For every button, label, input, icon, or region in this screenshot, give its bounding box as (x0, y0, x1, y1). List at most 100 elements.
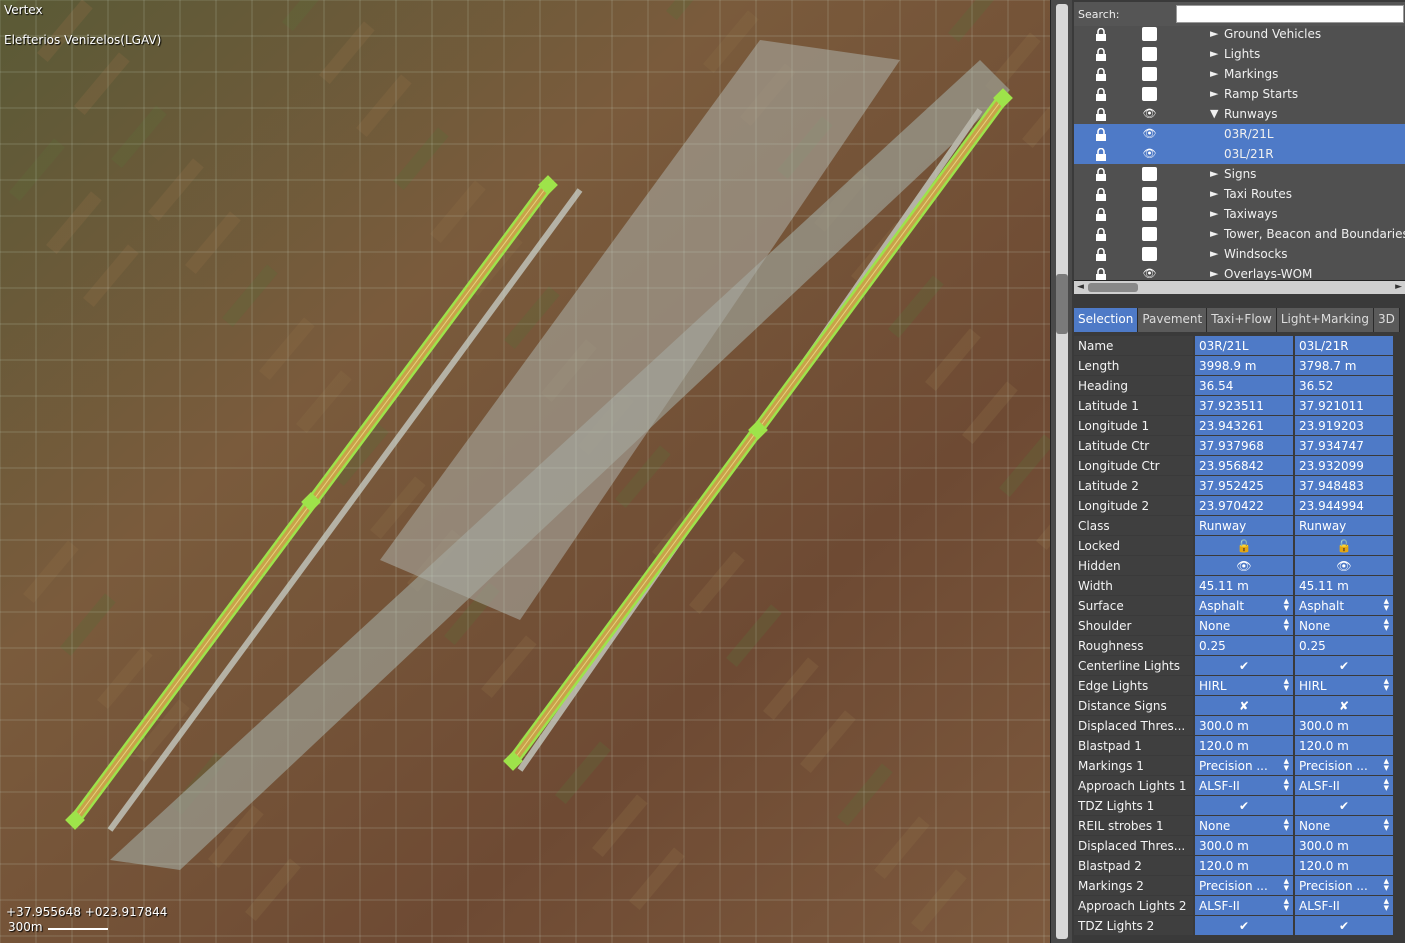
property-value-2[interactable]: None ▲ ▼ (1295, 816, 1393, 835)
spinner-arrows-icon[interactable]: ▲ ▼ (1284, 758, 1289, 772)
tab-pavement[interactable]: Pavement (1138, 308, 1208, 332)
tree-item[interactable]: ► Windsocks (1074, 244, 1405, 264)
lock-icon[interactable] (1094, 188, 1108, 201)
eye-icon[interactable]: 👁 (1142, 127, 1157, 141)
property-value-2[interactable]: 23.944994 (1295, 496, 1393, 515)
property-value-2[interactable]: 300.0 m (1295, 716, 1393, 735)
tree-item[interactable]: ► Lights (1074, 44, 1405, 64)
tree-item[interactable]: ► Markings (1074, 64, 1405, 84)
property-value-1[interactable]: 23.956842 (1195, 456, 1293, 475)
property-value-2[interactable]: 37.948483 (1295, 476, 1393, 495)
property-value-1[interactable]: None ▲ ▼ (1195, 616, 1293, 635)
collapsed-arrow-icon[interactable]: ► (1210, 187, 1218, 200)
property-value-2[interactable]: ALSF-II ▲ ▼ (1295, 896, 1393, 915)
spinner-arrows-icon[interactable]: ▲ ▼ (1284, 678, 1289, 692)
visibility-checkbox[interactable] (1142, 47, 1157, 61)
spinner-arrows-icon[interactable]: ▲ ▼ (1384, 758, 1389, 772)
scroll-thumb[interactable] (1088, 283, 1138, 292)
property-value-1[interactable]: 300.0 m (1195, 716, 1293, 735)
collapsed-arrow-icon[interactable]: ► (1210, 227, 1218, 240)
property-value-1[interactable]: Asphalt ▲ ▼ (1195, 596, 1293, 615)
property-value-1[interactable]: 🔓 (1195, 536, 1293, 555)
tab-light-marking[interactable]: Light+Marking (1276, 308, 1374, 332)
map-view[interactable]: Vertex Elefterios Venizelos(LGAV) +37.95… (0, 0, 1050, 943)
lock-icon[interactable] (1094, 28, 1108, 41)
property-value-1[interactable]: Precision ... ▲ ▼ (1195, 876, 1293, 895)
property-value-2[interactable]: 300.0 m (1295, 836, 1393, 855)
property-value-2[interactable]: 120.0 m (1295, 736, 1393, 755)
property-value-2[interactable]: 37.921011 (1295, 396, 1393, 415)
property-value-2[interactable]: Asphalt ▲ ▼ (1295, 596, 1393, 615)
property-value-2[interactable]: 23.932099 (1295, 456, 1393, 475)
lock-icon[interactable] (1094, 128, 1108, 141)
lock-icon[interactable] (1094, 48, 1108, 61)
tree-item[interactable]: ► Ramp Starts (1074, 84, 1405, 104)
property-value-1[interactable]: 37.952425 (1195, 476, 1293, 495)
property-value-1[interactable]: 37.937968 (1195, 436, 1293, 455)
tree-item[interactable]: ► Taxiways (1074, 204, 1405, 224)
spinner-arrows-icon[interactable]: ▲ ▼ (1284, 598, 1289, 612)
property-value-2[interactable]: 👁 (1295, 556, 1393, 575)
lock-icon[interactable] (1094, 68, 1108, 81)
tab-3d[interactable]: 3D (1373, 308, 1400, 332)
property-value-1[interactable]: ✔ (1195, 916, 1293, 935)
property-value-2[interactable]: ALSF-II ▲ ▼ (1295, 776, 1393, 795)
spinner-arrows-icon[interactable]: ▲ ▼ (1284, 878, 1289, 892)
tree-item[interactable]: 👁 ► Overlays-WOM (1074, 264, 1405, 280)
tree-item[interactable]: 👁 ▼ Runways (1074, 104, 1405, 124)
property-value-2[interactable]: 0.25 (1295, 636, 1393, 655)
property-value-2[interactable]: ✔ (1295, 796, 1393, 815)
tree-item[interactable]: 👁 03L/21R (1074, 144, 1405, 164)
property-value-2[interactable]: ✔ (1295, 656, 1393, 675)
visibility-checkbox[interactable] (1142, 67, 1157, 81)
property-value-1[interactable]: Runway (1195, 516, 1293, 535)
tab-selection[interactable]: Selection (1074, 308, 1139, 332)
visibility-checkbox[interactable] (1142, 167, 1157, 181)
property-value-2[interactable]: Runway (1295, 516, 1393, 535)
tab-taxi-flow[interactable]: Taxi+Flow (1207, 308, 1277, 332)
spinner-arrows-icon[interactable]: ▲ ▼ (1384, 878, 1389, 892)
visibility-checkbox[interactable] (1142, 187, 1157, 201)
property-value-2[interactable]: ✘ (1295, 696, 1393, 715)
property-value-1[interactable]: ALSF-II ▲ ▼ (1195, 896, 1293, 915)
lock-icon[interactable] (1094, 168, 1108, 181)
property-value-1[interactable]: 23.970422 (1195, 496, 1293, 515)
spinner-arrows-icon[interactable]: ▲ ▼ (1284, 618, 1289, 632)
scroll-track[interactable] (1056, 4, 1068, 939)
spinner-arrows-icon[interactable]: ▲ ▼ (1384, 598, 1389, 612)
property-value-1[interactable]: 3998.9 m (1195, 356, 1293, 375)
visibility-checkbox[interactable] (1142, 227, 1157, 241)
spinner-arrows-icon[interactable]: ▲ ▼ (1384, 898, 1389, 912)
tree-item[interactable]: 👁 03R/21L (1074, 124, 1405, 144)
collapsed-arrow-icon[interactable]: ► (1210, 267, 1218, 280)
collapsed-arrow-icon[interactable]: ► (1210, 247, 1218, 260)
spinner-arrows-icon[interactable]: ▲ ▼ (1284, 818, 1289, 832)
visibility-checkbox[interactable] (1142, 247, 1157, 261)
property-value-1[interactable]: 120.0 m (1195, 856, 1293, 875)
spinner-arrows-icon[interactable]: ▲ ▼ (1384, 818, 1389, 832)
scroll-thumb[interactable] (1056, 274, 1068, 334)
property-value-2[interactable]: 120.0 m (1295, 856, 1393, 875)
property-value-1[interactable]: 120.0 m (1195, 736, 1293, 755)
eye-icon[interactable]: 👁 (1142, 267, 1157, 280)
spinner-arrows-icon[interactable]: ▲ ▼ (1284, 898, 1289, 912)
property-value-1[interactable]: 36.54 (1195, 376, 1293, 395)
lock-icon[interactable] (1094, 148, 1108, 161)
visibility-checkbox[interactable] (1142, 207, 1157, 221)
satellite-map[interactable] (0, 0, 1050, 943)
expanded-arrow-icon[interactable]: ▼ (1210, 107, 1218, 120)
property-value-1[interactable]: 45.11 m (1195, 576, 1293, 595)
collapsed-arrow-icon[interactable]: ► (1210, 47, 1218, 60)
tree-horizontal-scrollbar[interactable]: ◄ ► (1074, 280, 1405, 294)
tree-item[interactable]: ► Taxi Routes (1074, 184, 1405, 204)
property-value-2[interactable]: 23.919203 (1295, 416, 1393, 435)
scroll-right-icon[interactable]: ► (1395, 282, 1402, 292)
property-value-1[interactable]: ✔ (1195, 656, 1293, 675)
property-value-2[interactable]: 03L/21R (1295, 336, 1393, 355)
property-value-1[interactable]: None ▲ ▼ (1195, 816, 1293, 835)
property-value-1[interactable]: ✔ (1195, 796, 1293, 815)
property-value-2[interactable]: Precision ... ▲ ▼ (1295, 756, 1393, 775)
property-value-1[interactable]: 0.25 (1195, 636, 1293, 655)
property-value-1[interactable]: HIRL ▲ ▼ (1195, 676, 1293, 695)
property-value-1[interactable]: 👁 (1195, 556, 1293, 575)
